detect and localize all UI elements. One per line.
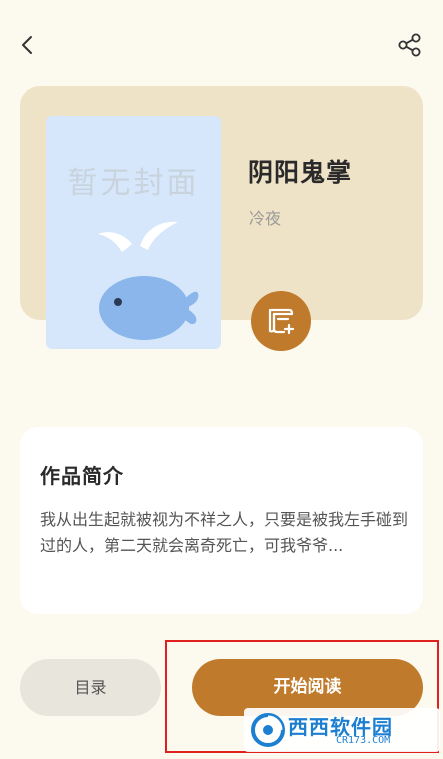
top-bar bbox=[0, 0, 443, 84]
cover-placeholder-text: 暂无封面 bbox=[67, 166, 200, 201]
intro-text: 我从出生起就被视为不祥之人，只要是被我左手碰到过的人，第二天就会离奇死亡，可我爷… bbox=[40, 510, 409, 555]
book-author[interactable]: 冷夜 bbox=[249, 205, 281, 229]
chevron-left-icon bbox=[22, 36, 32, 54]
watermark-logo-icon bbox=[251, 713, 285, 747]
share-icon bbox=[398, 33, 421, 57]
whale-icon bbox=[98, 221, 199, 340]
back-button[interactable] bbox=[12, 30, 42, 60]
book-cover[interactable]: 暂无封面 bbox=[46, 116, 221, 349]
site-watermark: 西西软件园 CR173.COM bbox=[244, 708, 440, 752]
book-title: 阴阳鬼掌 bbox=[248, 158, 353, 187]
intro-heading: 作品简介 bbox=[40, 464, 124, 488]
add-to-shelf-icon bbox=[268, 308, 295, 335]
watermark-subtext: CR173.COM bbox=[336, 735, 391, 746]
catalog-button[interactable]: 目录 bbox=[20, 659, 161, 716]
intro-card[interactable]: 作品简介 我从出生起就被视为不祥之人，只要是被我左手碰到过的人，第二天就会离奇死… bbox=[20, 427, 423, 614]
add-to-shelf-button[interactable] bbox=[251, 291, 311, 351]
share-button[interactable] bbox=[396, 32, 424, 58]
